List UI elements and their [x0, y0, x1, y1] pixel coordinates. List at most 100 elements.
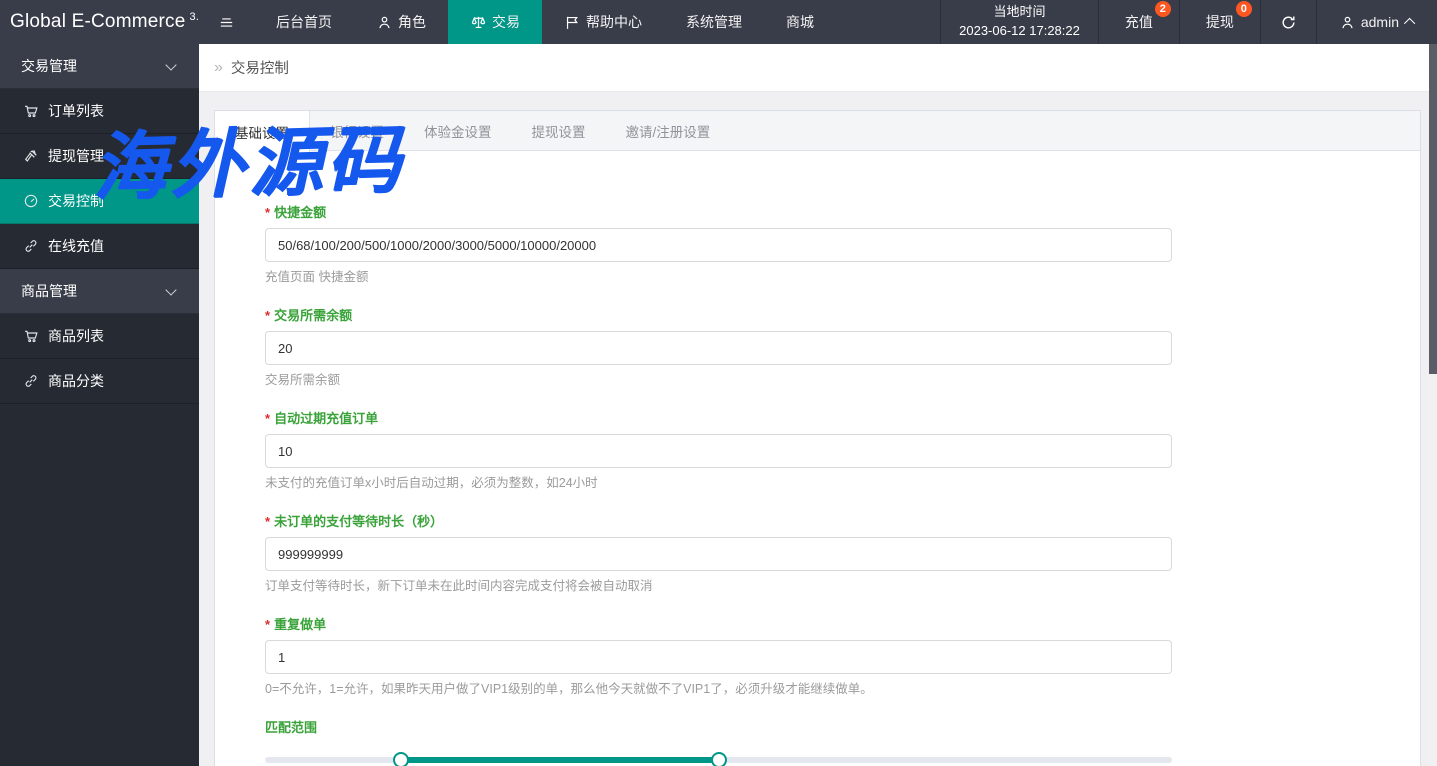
field-label: * 重复做单	[265, 617, 1172, 633]
tab-withdraw-settings[interactable]: 提现设置	[512, 111, 606, 150]
nav-item-help-center[interactable]: 帮助中心	[542, 0, 664, 44]
sidebar-item-label: 订单列表	[48, 103, 104, 119]
field-label-text: 自动过期充值订单	[274, 411, 379, 426]
recharge-button[interactable]: 充值 2	[1097, 0, 1179, 44]
field-hint: 0=不允许，1=允许，如果昨天用户做了VIP1级别的单，那么他今天就做不了VIP…	[265, 682, 873, 696]
withdraw-badge: 0	[1235, 1, 1252, 17]
settings-card: 基础设置 银行设置 体验金设置 提现设置 邀请/注册设置 *快捷金额 充值页面 …	[214, 110, 1421, 766]
sidebar-item-online-recharge[interactable]: 在线充值	[0, 224, 199, 269]
sidebar-item-label: 提现管理	[48, 148, 104, 164]
field-label: 匹配范围	[265, 720, 1172, 736]
required-asterisk: *	[265, 514, 271, 529]
match-range-slider	[265, 752, 1172, 766]
sidebar-group-label: 商品管理	[21, 283, 77, 299]
app-version: 3.0	[189, 11, 199, 23]
sidebar-item-product-category[interactable]: 商品分类	[0, 359, 199, 404]
sidebar-item-withdraw-management[interactable]: 提现管理	[0, 134, 199, 179]
sidebar-item-order-list[interactable]: 订单列表	[0, 89, 199, 134]
nav-item-label: 交易	[492, 14, 520, 30]
local-time: 当地时间 2023-06-12 17:28:22	[940, 0, 1098, 44]
required-asterisk: *	[265, 205, 271, 220]
withdraw-label: 提现	[1205, 14, 1234, 30]
page-scrollbar[interactable]	[1429, 44, 1437, 766]
field-quick-amount: *快捷金额 充值页面 快捷金额	[265, 205, 1172, 285]
tab-label: 银行设置	[330, 124, 384, 140]
required-balance-input[interactable]	[265, 331, 1172, 365]
admin-user-menu[interactable]: admin	[1315, 0, 1437, 44]
app-logo: Global E-Commerce 3.0	[0, 0, 199, 44]
field-label: * 交易所需余额	[265, 308, 1172, 324]
link-icon	[25, 375, 37, 387]
sidebar-item-label: 商品分类	[48, 373, 104, 389]
settings-tabs: 基础设置 银行设置 体验金设置 提现设置 邀请/注册设置	[215, 111, 1420, 152]
field-required-balance: *交易所需余额 交易所需余额	[265, 308, 1172, 388]
auto-expire-order-input[interactable]	[265, 434, 1172, 468]
sidebar-item-label: 商品列表	[48, 328, 104, 344]
chevron-down-icon	[165, 59, 177, 71]
sidebar-item-product-list[interactable]: 商品列表	[0, 314, 199, 359]
sidebar-item-trade-control[interactable]: 交易控制	[0, 179, 199, 224]
field-label-text: 重复做单	[274, 617, 327, 632]
scrollbar-thumb[interactable]	[1429, 44, 1437, 374]
topbar: Global E-Commerce 3.0 后台首页 角色 交易 帮助中心 系统…	[0, 0, 1437, 44]
refresh-button[interactable]	[1259, 0, 1316, 44]
refresh-icon	[1282, 15, 1295, 28]
field-repeat-order: *重复做单 0=不允许，1=允许，如果昨天用户做了VIP1级别的单，那么他今天就…	[265, 617, 1172, 697]
recharge-label: 充值	[1124, 14, 1153, 30]
field-label: * 自动过期充值订单	[265, 411, 1172, 427]
withdraw-button[interactable]: 提现 0	[1178, 0, 1260, 44]
repeat-order-input[interactable]	[265, 640, 1172, 674]
field-label-text: 匹配范围	[265, 720, 318, 735]
field-payment-wait-time: *未订单的支付等待时长（秒） 订单支付等待时长，新下订单未在此时间内容完成支付将…	[265, 514, 1172, 594]
field-label: * 快捷金额	[265, 205, 1172, 221]
tab-label: 体验金设置	[424, 124, 492, 140]
chevron-up-icon	[1403, 17, 1416, 30]
field-hint: 未支付的充值订单x小时后自动过期，必须为整数，如24小时	[265, 476, 598, 490]
nav-item-label: 系统管理	[686, 14, 742, 30]
nav-item-label: 角色	[398, 14, 426, 30]
flag-icon	[564, 14, 581, 31]
tab-invite-register-settings[interactable]: 邀请/注册设置	[606, 111, 731, 150]
field-label-text: 交易所需余额	[274, 308, 353, 323]
nav-item-label: 商城	[786, 14, 814, 30]
nav-item-trade[interactable]: 交易	[448, 0, 542, 44]
tab-label: 基础设置	[235, 125, 289, 141]
sidebar-group-trade-management[interactable]: 交易管理	[0, 44, 199, 89]
scales-icon	[470, 14, 487, 31]
sidebar-collapse-button[interactable]	[199, 0, 254, 44]
quick-amount-input[interactable]	[265, 228, 1172, 262]
topbar-right: 当地时间 2023-06-12 17:28:22 充值 2 提现 0 admin	[940, 0, 1437, 44]
field-label-text: 快捷金额	[274, 205, 327, 220]
nav-item-roles[interactable]: 角色	[354, 0, 448, 44]
chevron-down-icon	[165, 284, 177, 296]
required-asterisk: *	[265, 617, 271, 632]
field-auto-expire-order: *自动过期充值订单 未支付的充值订单x小时后自动过期，必须为整数，如24小时	[265, 411, 1172, 491]
breadcrumb: » 交易控制	[199, 44, 1437, 92]
recharge-badge: 2	[1154, 1, 1171, 17]
nav-item-mall[interactable]: 商城	[764, 0, 836, 44]
cart-icon	[25, 105, 38, 118]
gauge-icon	[24, 194, 38, 208]
required-asterisk: *	[265, 411, 271, 426]
required-asterisk: *	[265, 308, 271, 323]
slider-fill	[401, 757, 719, 763]
tab-trial-fund-settings[interactable]: 体验金设置	[404, 111, 512, 150]
admin-username: admin	[1360, 14, 1399, 30]
link-icon	[25, 240, 37, 252]
field-hint: 充值页面 快捷金额	[265, 270, 369, 284]
tab-bank-settings[interactable]: 银行设置	[310, 111, 404, 150]
nav-item-home[interactable]: 后台首页	[254, 0, 354, 44]
slider-handle-end[interactable]	[710, 752, 727, 766]
basic-settings-form: *快捷金额 充值页面 快捷金额 *交易所需余额 交易所需余额 *自动过期充值订单…	[215, 151, 1420, 766]
tab-basic-settings[interactable]: 基础设置	[215, 111, 310, 152]
tab-label: 提现设置	[531, 124, 586, 140]
tab-label: 邀请/注册设置	[625, 124, 711, 140]
sidebar-item-label: 交易控制	[48, 193, 104, 209]
slider-handle-start[interactable]	[393, 752, 410, 766]
breadcrumb-current: 交易控制	[230, 61, 289, 77]
payment-wait-time-input[interactable]	[265, 537, 1172, 571]
sidebar-group-product-management[interactable]: 商品管理	[0, 269, 199, 314]
user-icon	[1339, 14, 1356, 31]
nav-item-system-management[interactable]: 系统管理	[664, 0, 764, 44]
field-match-range: 匹配范围	[265, 720, 1172, 766]
